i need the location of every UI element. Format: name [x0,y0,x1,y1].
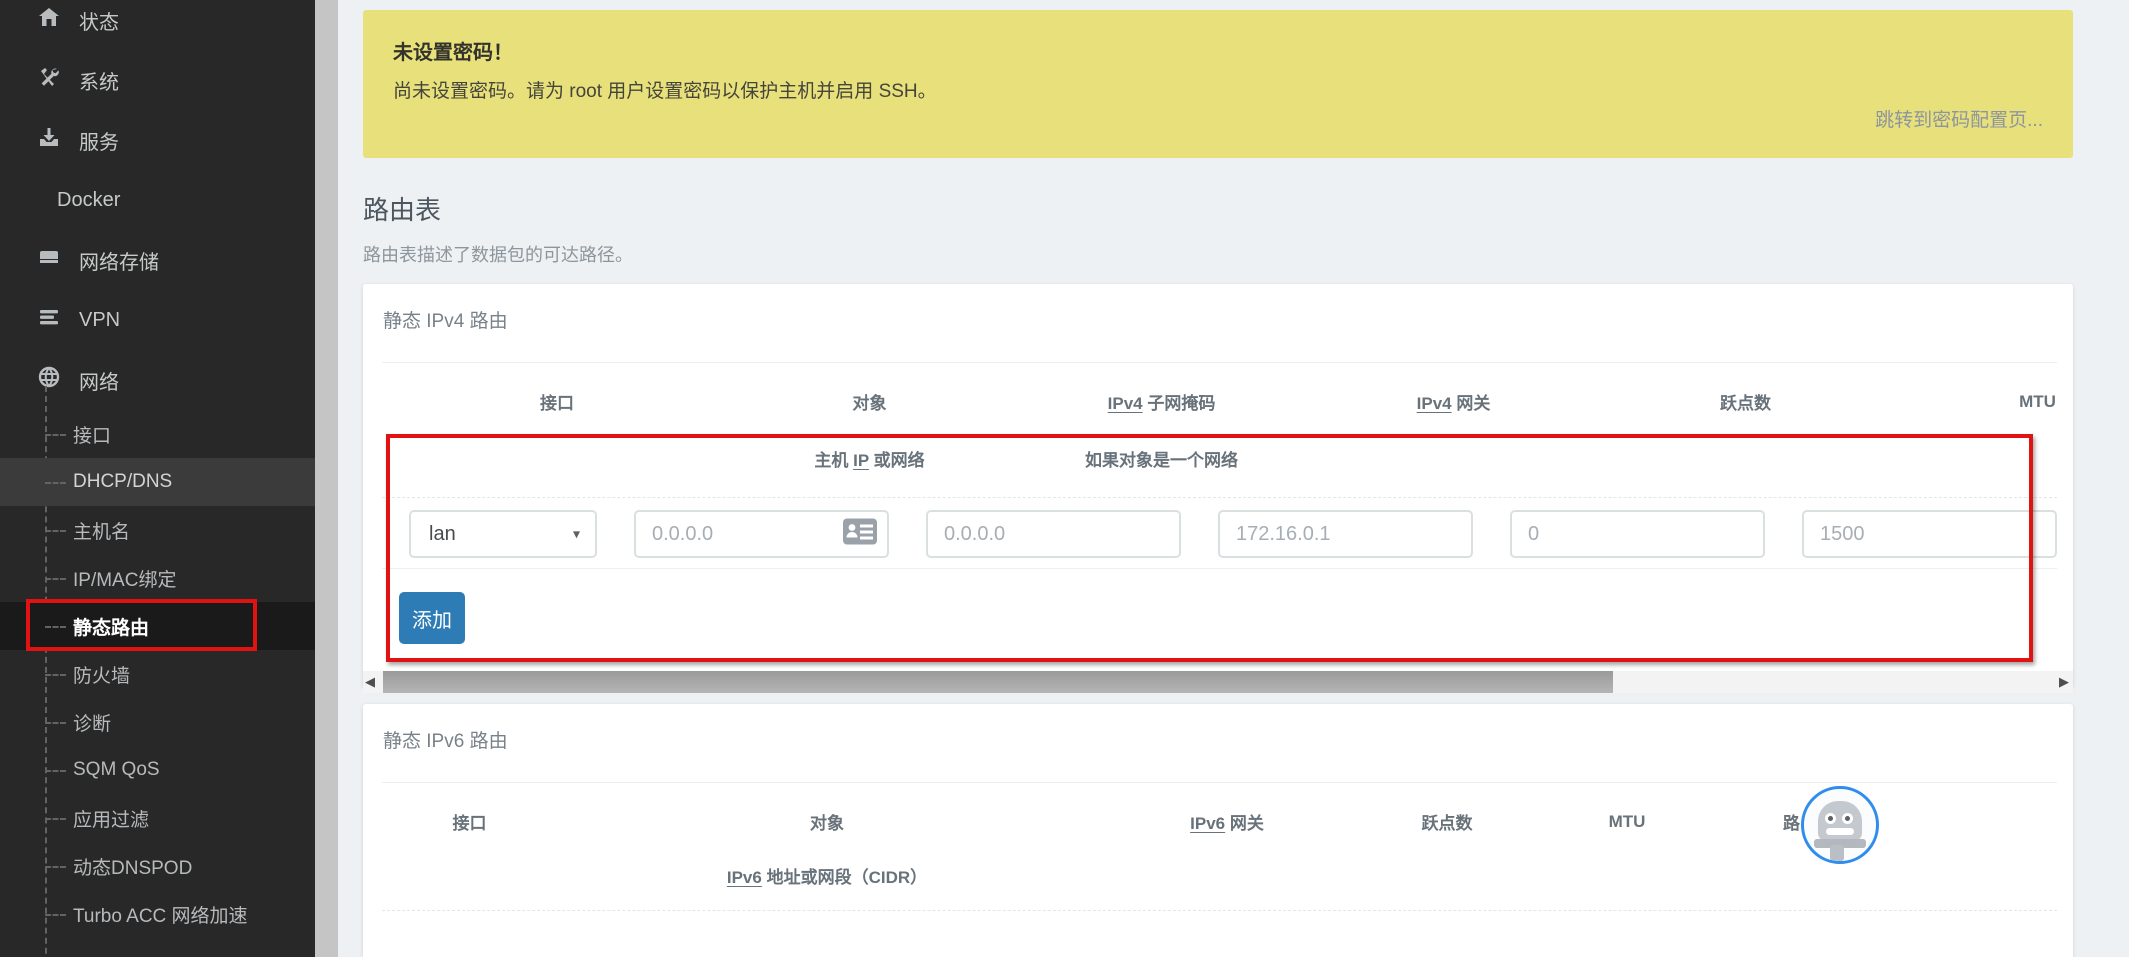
col-header-target: 对象 [742,389,997,414]
col-header-netmask: IPv4 子网掩码 [1034,389,1289,414]
ipv4-table: 接口 对象 IPv4 子网掩码 IPv4 网关 跃点数 MTU 主机 IP 或网… [382,362,2057,671]
ipv6-subheader-row: IPv6 地址或网段（CIDR） [382,840,2057,911]
subheader-target: IPv6 地址或网段（CIDR） [557,863,1097,888]
scroll-left-icon[interactable]: ◀ [365,674,375,690]
metric-input[interactable] [1510,510,1765,558]
sidebar-item-services[interactable]: 服务 [0,110,315,170]
horizontal-scrollbar[interactable]: ◀ ▶ [363,671,2073,693]
col-header-interface: 接口 [409,389,705,414]
no-password-alert: 未设置密码！ 尚未设置密码。请为 root 用户设置密码以保护主机并启用 SSH… [363,10,2073,158]
col-header-target: 对象 [557,809,1097,834]
scroll-right-icon[interactable]: ▶ [2059,674,2069,690]
subheader-target: 主机 IP 或网络 [742,446,997,471]
chevron-down-icon: ▾ [573,526,580,543]
sidebar-subitem-hostname[interactable]: 主机名 [0,506,315,554]
sidebar-scrollbar-thumb[interactable] [315,0,338,957]
sidebar-item-label: 系统 [79,66,119,95]
col-header-metric: 跃点数 [1357,809,1537,834]
sidebar-subitem-firewall[interactable]: 防火墙 [0,650,315,698]
ipv4-section-title: 静态 IPv4 路由 [383,306,2057,333]
sidebar-item-label: Docker [57,189,120,212]
globe-icon [38,366,60,394]
contact-card-icon[interactable] [843,519,877,550]
static-ipv4-routes-card: 静态 IPv4 路由 接口 对象 IPv4 子网掩码 IPv4 网关 跃点数 M… [363,284,2073,688]
col-header-interface: 接口 [382,809,557,834]
sidebar-subitem-dhcp-dns[interactable]: DHCP/DNS [0,458,315,506]
storage-icon [38,246,60,274]
sidebar-scrollbar-track[interactable] [315,0,338,957]
sidebar-item-label: 状态 [79,6,119,35]
sidebar-subitem-interfaces[interactable]: 接口 [0,410,315,458]
services-icon [38,126,60,154]
alert-title: 未设置密码！ [393,36,2043,65]
ipv4-subheader-row: 主机 IP 或网络 如果对象是一个网络 [382,420,2057,498]
interface-select-value: lan [429,523,456,546]
ipv6-section-title: 静态 IPv6 路由 [383,726,2057,753]
sidebar-item-network-storage[interactable]: 网络存储 [0,230,315,290]
subheader-netmask: 如果对象是一个网络 [1034,446,1289,471]
col-header-metric: 跃点数 [1618,389,1873,414]
col-header-mtu: MTU [1537,812,1717,832]
alert-body: 尚未设置密码。请为 root 用户设置密码以保护主机并启用 SSH。 [393,76,2043,103]
sidebar-item-network[interactable]: 网络 [0,350,315,410]
sidebar-subitem-diagnostics[interactable]: 诊断 [0,698,315,746]
sidebar-subitem-sqm-qos[interactable]: SQM QoS [0,746,315,794]
page-title: 路由表 [363,190,2073,227]
sidebar-item-docker[interactable]: Docker [0,170,315,230]
sidebar-item-label: 服务 [79,126,119,155]
sidebar-item-label: 网络存储 [79,246,159,275]
ipv4-new-route-row: lan ▾ [382,498,2057,569]
col-header-mtu: MTU [1910,392,2057,412]
sidebar-item-system[interactable]: 系统 [0,50,315,110]
sidebar-item-vpn[interactable]: VPN [0,290,315,350]
add-button[interactable]: 添加 [399,592,465,644]
sidebar-subitem-turbo-acc[interactable]: Turbo ACC 网络加速 [0,890,315,938]
page-description: 路由表描述了数据包的可达路径。 [363,241,2073,267]
sidebar-subitem-load-balancing[interactable]: 负载均衡 [0,938,315,957]
ipv6-empty-state: 尚无任何配置 [382,911,2057,957]
go-to-password-config-link[interactable]: 跳转到密码配置页... [1875,105,2043,132]
sidebar-subitem-dnspod[interactable]: 动态DNSPOD [0,842,315,890]
sidebar-subitem-static-routes[interactable]: 静态路由 [0,602,315,650]
sidebar-subitem-app-filter[interactable]: 应用过滤 [0,794,315,842]
netmask-input[interactable] [926,510,1181,558]
col-header-gateway: IPv4 网关 [1326,389,1581,414]
horizontal-scrollbar-thumb[interactable] [383,671,1613,693]
sidebar-subitem-ip-mac-binding[interactable]: IP/MAC绑定 [0,554,315,602]
gateway-input[interactable] [1218,510,1473,558]
vpn-icon [38,306,60,334]
sidebar-item-status[interactable]: 状态 [0,0,315,50]
col-header-gateway: IPv6 网关 [1097,809,1357,834]
target-field-wrap [634,510,889,558]
mtu-input[interactable] [1802,510,2057,558]
tools-icon [38,66,60,94]
sidebar-item-label: 网络 [79,366,119,395]
interface-select[interactable]: lan ▾ [409,510,597,558]
home-icon [38,6,60,34]
ipv4-header-row: 接口 对象 IPv4 子网掩码 IPv4 网关 跃点数 MTU [382,363,2057,420]
ipv4-add-row: 添加 [382,569,2057,671]
chat-robot-icon[interactable] [1801,786,1879,864]
app-root: 状态 系统 服务 Docker 网络存储 VPN [0,0,2129,957]
network-submenu: 接口 DHCP/DNS 主机名 IP/MAC绑定 静态路由 防火墙 诊断 SQM… [0,410,315,957]
sidebar-item-label: VPN [79,309,120,332]
sidebar: 状态 系统 服务 Docker 网络存储 VPN [0,0,315,957]
